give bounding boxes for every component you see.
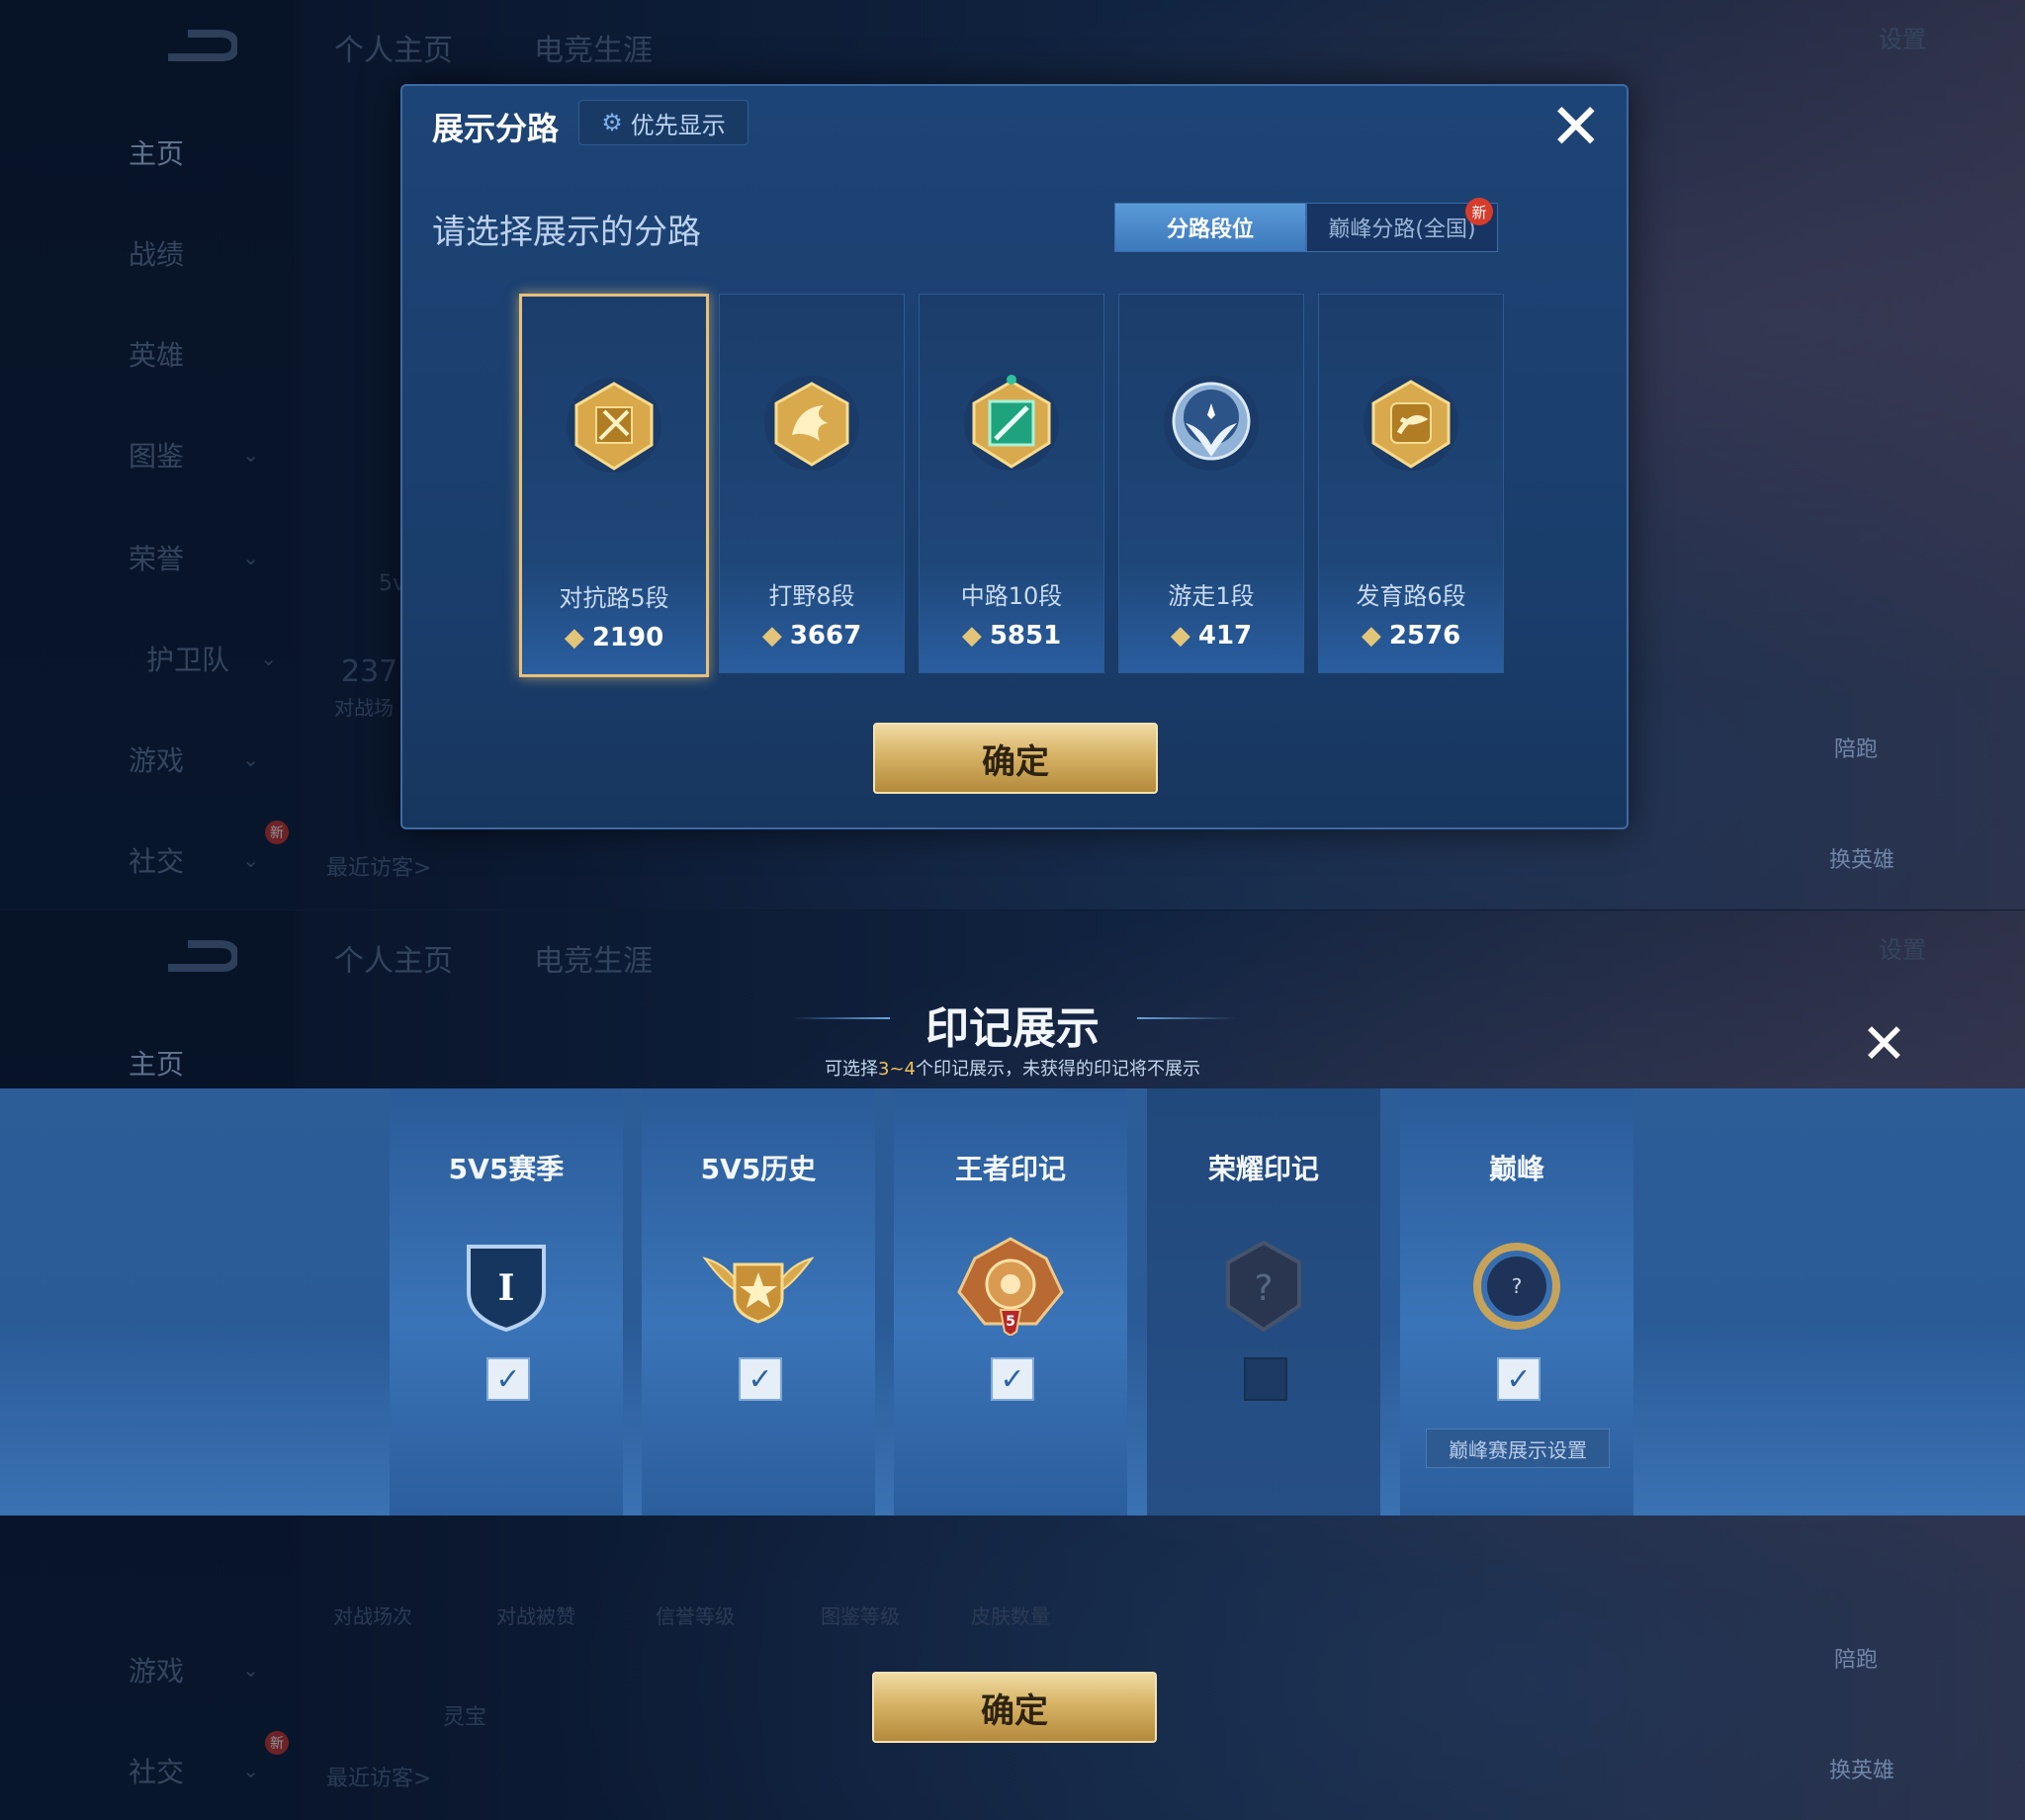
lane-name: 中路10段 bbox=[960, 582, 1063, 610]
mark-column-season[interactable]: 5V5赛季 I ✓ bbox=[390, 1088, 623, 1516]
mark-column-title: 巅峰 bbox=[1488, 1153, 1544, 1185]
lane-card-mid[interactable]: 中路10段 ◆ 5851 bbox=[919, 294, 1104, 673]
mark-checkbox[interactable]: ✓ bbox=[1497, 1357, 1541, 1401]
jungle-emblem-icon bbox=[764, 376, 859, 471]
farm-lane-emblem-icon bbox=[1364, 376, 1458, 471]
mark-column-king[interactable]: 王者印记 5 ✓ bbox=[894, 1088, 1127, 1516]
points-icon: ◆ bbox=[564, 623, 584, 652]
points-icon: ◆ bbox=[961, 621, 982, 650]
lane-card-farm[interactable]: 发育路6段 ◆ 2576 bbox=[1318, 294, 1504, 673]
toggle-peak-lane-label: 巅峰分路(全国) bbox=[1328, 217, 1476, 242]
mark-dialog-note: 可选择3~4个印记展示，未获得的印记将不展示 bbox=[0, 1055, 2025, 1081]
mark-checkbox[interactable]: ✓ bbox=[739, 1357, 782, 1401]
note-prefix: 可选择 bbox=[825, 1059, 878, 1080]
mark-column-peak[interactable]: 巅峰 ? ✓ 巅峰赛展示设置 bbox=[1400, 1088, 1633, 1516]
close-icon[interactable]: ✕ bbox=[1861, 1017, 1907, 1073]
lane-score: ◆ 5851 bbox=[920, 621, 1103, 650]
mark-column-title: 5V5赛季 bbox=[448, 1153, 565, 1185]
mid-lane-emblem-icon bbox=[964, 375, 1059, 471]
mark-column-title: 王者印记 bbox=[954, 1153, 1066, 1185]
lane-score-value: 5851 bbox=[989, 621, 1062, 650]
points-icon: ◆ bbox=[761, 621, 782, 650]
roam-emblem-icon bbox=[1164, 376, 1259, 471]
lane-card-roam[interactable]: 游走1段 ◆ 417 bbox=[1118, 294, 1304, 673]
guard-label[interactable]: 陪跑 bbox=[1834, 1642, 1878, 1674]
lane-display-dialog: 展示分路 ⚙ 优先显示 ✕ 请选择展示的分路 分路段位 巅峰分路(全国) 新 对… bbox=[400, 84, 1629, 829]
change-hero-button[interactable]: 换英雄 bbox=[1829, 1753, 1894, 1784]
lane-name: 对抗路5段 bbox=[559, 584, 669, 612]
points-icon: ◆ bbox=[1361, 621, 1381, 650]
king-mark-icon: 5 bbox=[957, 1237, 1064, 1336]
confirm-button[interactable]: 确定 bbox=[872, 1672, 1157, 1743]
lane-name: 游走1段 bbox=[1168, 582, 1255, 610]
priority-display-button[interactable]: ⚙ 优先显示 bbox=[578, 100, 748, 145]
mark-display-screen: 主页 游戏 ⌄ 社交 ⌄ 新 个人主页 电竞生涯 设置 灵宝 最近访客> 对战场次 … bbox=[0, 910, 2025, 1820]
lane-score-value: 417 bbox=[1197, 621, 1253, 650]
season-shield-icon: I bbox=[467, 1245, 546, 1333]
mark-checkbox[interactable]: ✓ bbox=[991, 1357, 1034, 1401]
lane-score: ◆ 2190 bbox=[522, 623, 706, 652]
clash-lane-emblem-icon bbox=[567, 378, 661, 473]
svg-text:?: ? bbox=[1512, 1274, 1523, 1298]
note-highlight: 3~4 bbox=[878, 1059, 916, 1080]
note-suffix: 个印记展示，未获得的印记将不展示 bbox=[916, 1059, 1200, 1080]
peak-ring-icon: ? bbox=[1473, 1243, 1560, 1330]
toggle-peak-lane[interactable]: 巅峰分路(全国) 新 bbox=[1306, 198, 1498, 252]
mark-dialog-title: 印记展示 bbox=[925, 1003, 1100, 1054]
toggle-lane-rank[interactable]: 分路段位 bbox=[1114, 203, 1306, 252]
gear-icon: ⚙ bbox=[601, 109, 623, 136]
mark-column-title: 荣耀印记 bbox=[1207, 1153, 1319, 1185]
lane-name: 发育路6段 bbox=[1356, 582, 1466, 610]
mark-checkbox[interactable] bbox=[1244, 1357, 1287, 1401]
dialog-subtitle: 请选择展示的分路 bbox=[432, 213, 701, 252]
lane-score-value: 3667 bbox=[789, 621, 862, 650]
unknown-hex-icon: ? bbox=[1226, 1240, 1301, 1333]
points-icon: ◆ bbox=[1170, 621, 1190, 650]
lane-score: ◆ 2576 bbox=[1319, 621, 1503, 650]
lane-card-jungle[interactable]: 打野8段 ◆ 3667 bbox=[719, 294, 905, 673]
svg-text:?: ? bbox=[1254, 1268, 1273, 1309]
lane-toggle: 分路段位 巅峰分路(全国) 新 bbox=[1114, 198, 1498, 252]
lane-name: 打野8段 bbox=[768, 582, 855, 610]
peak-display-settings-button[interactable]: 巅峰赛展示设置 bbox=[1426, 1429, 1610, 1468]
mark-checkbox[interactable]: ✓ bbox=[486, 1357, 530, 1401]
lane-card-clash[interactable]: 对抗路5段 ◆ 2190 bbox=[519, 294, 709, 677]
svg-text:I: I bbox=[498, 1267, 515, 1309]
lane-score-value: 2576 bbox=[1388, 621, 1461, 650]
dialog-title: 展示分路 bbox=[432, 110, 560, 147]
confirm-button[interactable]: 确定 bbox=[873, 723, 1158, 794]
mark-column-history[interactable]: 5V5历史 ✓ bbox=[642, 1088, 875, 1516]
close-icon[interactable]: ✕ bbox=[1549, 96, 1603, 159]
mark-column-glory[interactable]: 荣耀印记 ? bbox=[1147, 1088, 1380, 1516]
lane-score: ◆ 3667 bbox=[720, 621, 904, 650]
lane-score-value: 2190 bbox=[591, 623, 664, 652]
change-hero-button[interactable]: 换英雄 bbox=[1829, 842, 1894, 874]
priority-display-label: 优先显示 bbox=[630, 111, 726, 139]
new-badge: 新 bbox=[1465, 198, 1493, 225]
guard-label[interactable]: 陪跑 bbox=[1834, 732, 1878, 763]
mark-column-title: 5V5历史 bbox=[700, 1153, 817, 1185]
lane-display-screen: 主页 战绩 英雄 图鉴 ⌄ 荣誉 ⌄ 护卫队 ⌄ 游戏 ⌄ 社交 ⌄ 新 个人主页 电竞生… bbox=[0, 0, 2025, 910]
svg-text:5: 5 bbox=[1006, 1314, 1015, 1330]
winged-star-icon bbox=[702, 1257, 815, 1324]
lane-score: ◆ 417 bbox=[1119, 621, 1303, 650]
